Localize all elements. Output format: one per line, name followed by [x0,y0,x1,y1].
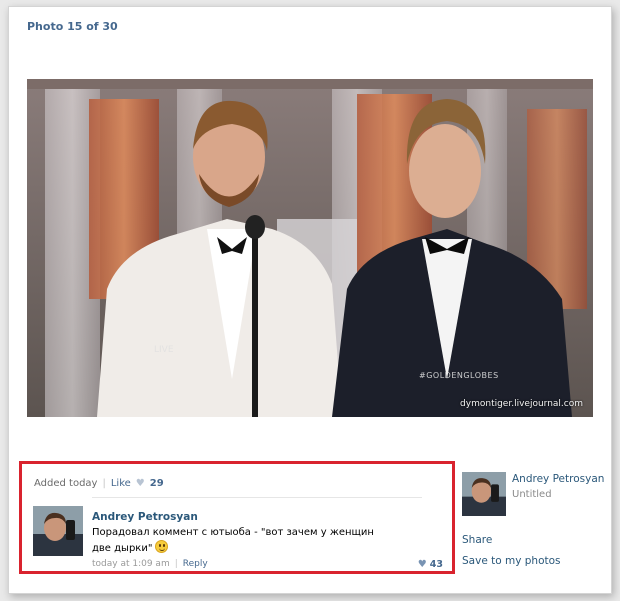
like-button[interactable]: Like [111,478,131,489]
reply-button[interactable]: Reply [183,559,208,569]
photo-illustration: LIVE [27,79,593,417]
comment-like-button[interactable]: ♥ 43 [418,559,443,570]
photo-counter: Photo 15 of 30 [27,20,118,33]
separator: | [102,478,106,489]
podium-logo-text: LIVE [154,345,174,355]
owner-avatar[interactable] [462,472,506,516]
photo-image[interactable]: LIVE #GOLDENGLOBES dymontiger.livejourna… [27,79,593,417]
heart-icon[interactable]: ♥ [136,478,145,489]
heart-icon: ♥ [417,559,427,570]
event-hashtag: #GOLDENGLOBES [419,371,499,380]
commenter-avatar[interactable] [33,506,83,556]
album-name[interactable]: Untitled [512,489,552,500]
comment-item: Andrey Petrosyan Порадовал коммент с юты… [33,506,445,570]
share-button[interactable]: Share [462,534,492,546]
save-to-my-photos-button[interactable]: Save to my photos [462,555,561,567]
owner-name-link[interactable]: Andrey Petrosyan [512,473,604,485]
comments-box: Added today | Like ♥ 29 Andrey Petrosyan… [19,461,455,574]
like-count[interactable]: 29 [150,478,164,489]
photo-watermark: dymontiger.livejournal.com [460,399,583,409]
owner-avatar-image [462,472,506,516]
separator: | [174,559,178,569]
comment-footer: today at 1:09 am | Reply [92,559,208,569]
added-date: Added today [34,478,98,489]
laughing-emoji-icon [155,540,169,553]
divider [92,497,422,498]
comment-timestamp[interactable]: today at 1:09 am [92,559,170,569]
comment-author-link[interactable]: Andrey Petrosyan [92,511,198,523]
comment-like-count: 43 [429,559,443,570]
comment-body: Порадовал коммент с ютыоба - "вот зачем … [92,527,374,554]
avatar-image [33,506,83,556]
photo-meta-line: Added today | Like ♥ 29 [34,478,164,489]
comment-text: Порадовал коммент с ютыоба - "вот зачем … [92,526,392,556]
